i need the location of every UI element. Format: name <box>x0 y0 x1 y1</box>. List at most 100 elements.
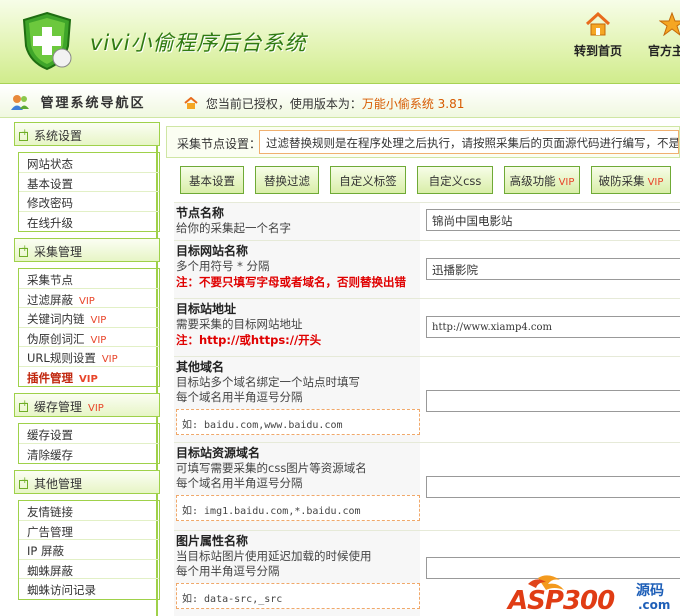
sidebar-item-basic-settings[interactable]: 基本设置 <box>19 173 159 192</box>
sidebar-item-cache-settings[interactable]: 缓存设置 <box>19 424 159 444</box>
watermark-url: .com <box>638 598 671 612</box>
notice-label: 采集节点设置： <box>177 137 262 151</box>
sidebar-item-url-rules[interactable]: URL规则设置 VIP <box>19 347 159 367</box>
sidebar-group-items: 采集节点 过滤屏蔽 VIP 关键词内链 VIP 伪原创词汇 VIP URL规则设置 VI… <box>18 268 160 387</box>
sidebar-item-spider-log[interactable]: 蜘蛛访问记录 <box>19 579 159 599</box>
sidebar-item-filter[interactable]: 过滤屏蔽 VIP <box>19 289 159 308</box>
field-title: 图片属性名称 <box>176 534 249 548</box>
users-icon <box>11 95 29 110</box>
field-warning: 注：http://或https://开头 <box>176 333 322 347</box>
node-name-input[interactable]: 锦尚中国电影站 <box>426 209 680 231</box>
row-label-col: 图片属性名称 当目标站图片使用延迟加载的时候使用 每个用半角逗号分隔 如: da… <box>174 531 420 616</box>
other-domains-input[interactable] <box>426 390 680 412</box>
version-link[interactable]: 万能小偷系统 3.81 <box>362 97 465 111</box>
notice-bar: 采集节点设置： 过滤替换规则是在程序处理之后执行，请按照采集后的页面源代码进行编… <box>166 126 680 158</box>
sidebar-group-collect[interactable]: 采集管理 <box>14 238 160 262</box>
sidebar-item-clear-cache[interactable]: 清除缓存 <box>19 444 159 464</box>
item-label: URL规则设置 <box>27 351 96 365</box>
sidebar-group-cache[interactable]: 缓存管理 VIP <box>14 393 160 417</box>
tab-label: 替换过滤 <box>264 174 310 188</box>
sidebar-item-plugins[interactable]: 插件管理 VIP <box>19 367 159 387</box>
sidebar-title: 管理系统导航区 <box>10 92 146 111</box>
sidebar-group-items: 友情链接 广告管理 IP 屏蔽 蜘蛛屏蔽 蜘蛛访问记录 <box>18 500 160 600</box>
row-label-col: 目标站地址 需要采集的目标网站地址 注：http://或https://开头 <box>174 299 420 356</box>
sidebar-item-friend-links[interactable]: 友情链接 <box>19 501 159 521</box>
sidebar-group-items: 网站状态 基本设置 修改密码 在线升级 <box>18 152 160 232</box>
field-example: 如: img1.baidu.com,*.baidu.com <box>176 495 420 521</box>
row-target-name: 目标网站名称 多个用符号 * 分隔 注：不要只填写字母或者域名，否则替换出错 迅… <box>174 240 680 298</box>
notice-text: 过滤替换规则是在程序处理之后执行，请按照采集后的页面源代码进行编写，不是 <box>259 130 679 154</box>
target-name-input[interactable]: 迅播影院 <box>426 258 680 280</box>
tab-custom-css[interactable]: 自定义css <box>417 166 493 194</box>
field-title: 目标网站名称 <box>176 244 249 258</box>
item-label: 伪原创词汇 <box>27 331 85 346</box>
tab-custom-tags[interactable]: 自定义标签 <box>330 166 406 194</box>
sidebar-item-pseudo-original[interactable]: 伪原创词汇 VIP <box>19 328 159 347</box>
sidebar-item-spider-block[interactable]: 蜘蛛屏蔽 <box>19 560 159 579</box>
sidebar-item-collect-nodes[interactable]: 采集节点 <box>19 269 159 289</box>
row-label-col: 目标站资源域名 可填写需要采集的css图片等资源域名 每个域名用半角逗号分隔 如… <box>174 443 420 530</box>
tab-advanced[interactable]: 高级功能 VIP <box>504 166 580 194</box>
tab-basic-settings[interactable]: 基本设置 <box>180 166 244 194</box>
home-link[interactable]: 转到首页 <box>566 12 630 59</box>
sidebar-item-site-status[interactable]: 网站状态 <box>19 153 159 173</box>
watermark-logo: ASP300 源码 .com <box>508 572 680 616</box>
vip-badge: VIP <box>79 295 95 307</box>
item-label: 过滤屏蔽 <box>27 292 73 307</box>
sidebar-group-other[interactable]: 其他管理 <box>14 470 160 494</box>
row-node-name: 节点名称 给你的采集起一个名字 锦尚中国电影站 <box>174 202 680 240</box>
breadcrumb: 您当前已授权，使用版本为：万能小偷系统 3.81 <box>184 95 464 112</box>
tab-label: 自定义css <box>428 174 482 188</box>
official-site-link[interactable]: 官方主页 <box>640 12 680 59</box>
sidebar-group-system[interactable]: 系统设置 <box>14 122 160 146</box>
target-url-input[interactable]: http://www.xiamp4.com <box>426 316 680 338</box>
star-icon <box>659 12 680 36</box>
sidebar-group-items: 缓存设置 清除缓存 <box>18 423 160 464</box>
vip-badge: VIP <box>647 177 664 188</box>
sidebar-group-label: 其他管理 <box>34 477 83 491</box>
vip-badge: VIP <box>558 177 575 188</box>
sidebar: 系统设置 网站状态 基本设置 修改密码 在线升级 采集管理 采集节点 过滤屏蔽 V… <box>6 122 160 616</box>
field-example: 如: baidu.com,www.baidu.com <box>176 409 420 435</box>
field-desc: 每个域名用半角逗号分隔 <box>176 476 303 490</box>
sidebar-group-label: 系统设置 <box>34 129 83 143</box>
sidebar-title-text: 管理系统导航区 <box>40 96 146 111</box>
tab-replace-filter[interactable]: 替换过滤 <box>255 166 319 194</box>
field-desc: 目标站多个域名绑定一个站点时填写 <box>176 375 360 389</box>
sidebar-item-change-password[interactable]: 修改密码 <box>19 192 159 212</box>
item-label: 采集节点 <box>27 273 73 287</box>
field-desc: 多个用符号 * 分隔 <box>176 259 270 273</box>
top-strip: 管理系统导航区 您当前已授权，使用版本为：万能小偷系统 3.81 <box>0 86 680 118</box>
tab-label: 高级功能 <box>509 174 556 188</box>
item-label: 关键词内链 <box>27 312 85 326</box>
row-resource-domains: 目标站资源域名 可填写需要采集的css图片等资源域名 每个域名用半角逗号分隔 如… <box>174 442 680 530</box>
breadcrumb-prefix: 您当前已授权，使用版本为： <box>205 97 362 111</box>
home-icon <box>585 12 611 36</box>
field-title: 目标站地址 <box>176 302 237 316</box>
watermark-text: ASP300 <box>508 586 615 616</box>
sidebar-group-label: 缓存管理 <box>34 400 83 414</box>
field-title: 节点名称 <box>176 206 225 220</box>
field-desc: 当目标站图片使用延迟加载的时候使用 <box>176 549 372 563</box>
vip-badge: VIP <box>79 373 98 385</box>
sidebar-item-keyword-links[interactable]: 关键词内链 VIP <box>19 308 159 328</box>
row-other-domains: 其他域名 目标站多个域名绑定一个站点时填写 每个域名用半角逗号分隔 如: bai… <box>174 356 680 442</box>
field-desc: 可填写需要采集的css图片等资源域名 <box>176 461 367 475</box>
field-title: 其他域名 <box>176 360 225 374</box>
tab-label: 自定义标签 <box>339 174 397 188</box>
tab-anti-block[interactable]: 破防采集 VIP <box>591 166 671 194</box>
home-small-icon <box>184 96 198 109</box>
expand-icon <box>19 244 29 257</box>
sidebar-item-ads[interactable]: 广告管理 <box>19 521 159 540</box>
vip-badge: VIP <box>90 315 107 326</box>
field-desc: 每个用半角逗号分隔 <box>176 564 280 578</box>
sidebar-item-ip-block[interactable]: IP 屏蔽 <box>19 540 159 560</box>
row-label-col: 目标网站名称 多个用符号 * 分隔 注：不要只填写字母或者域名，否则替换出错 <box>174 241 420 298</box>
resource-domains-input[interactable] <box>426 476 680 498</box>
official-site-label: 官方主页 <box>647 44 680 58</box>
sidebar-item-online-upgrade[interactable]: 在线升级 <box>19 212 159 232</box>
tab-label: 破防采集 <box>598 174 645 188</box>
sidebar-group-label: 采集管理 <box>34 245 83 259</box>
row-target-url: 目标站地址 需要采集的目标网站地址 注：http://或https://开头 h… <box>174 298 680 356</box>
tab-label: 基本设置 <box>189 174 235 188</box>
